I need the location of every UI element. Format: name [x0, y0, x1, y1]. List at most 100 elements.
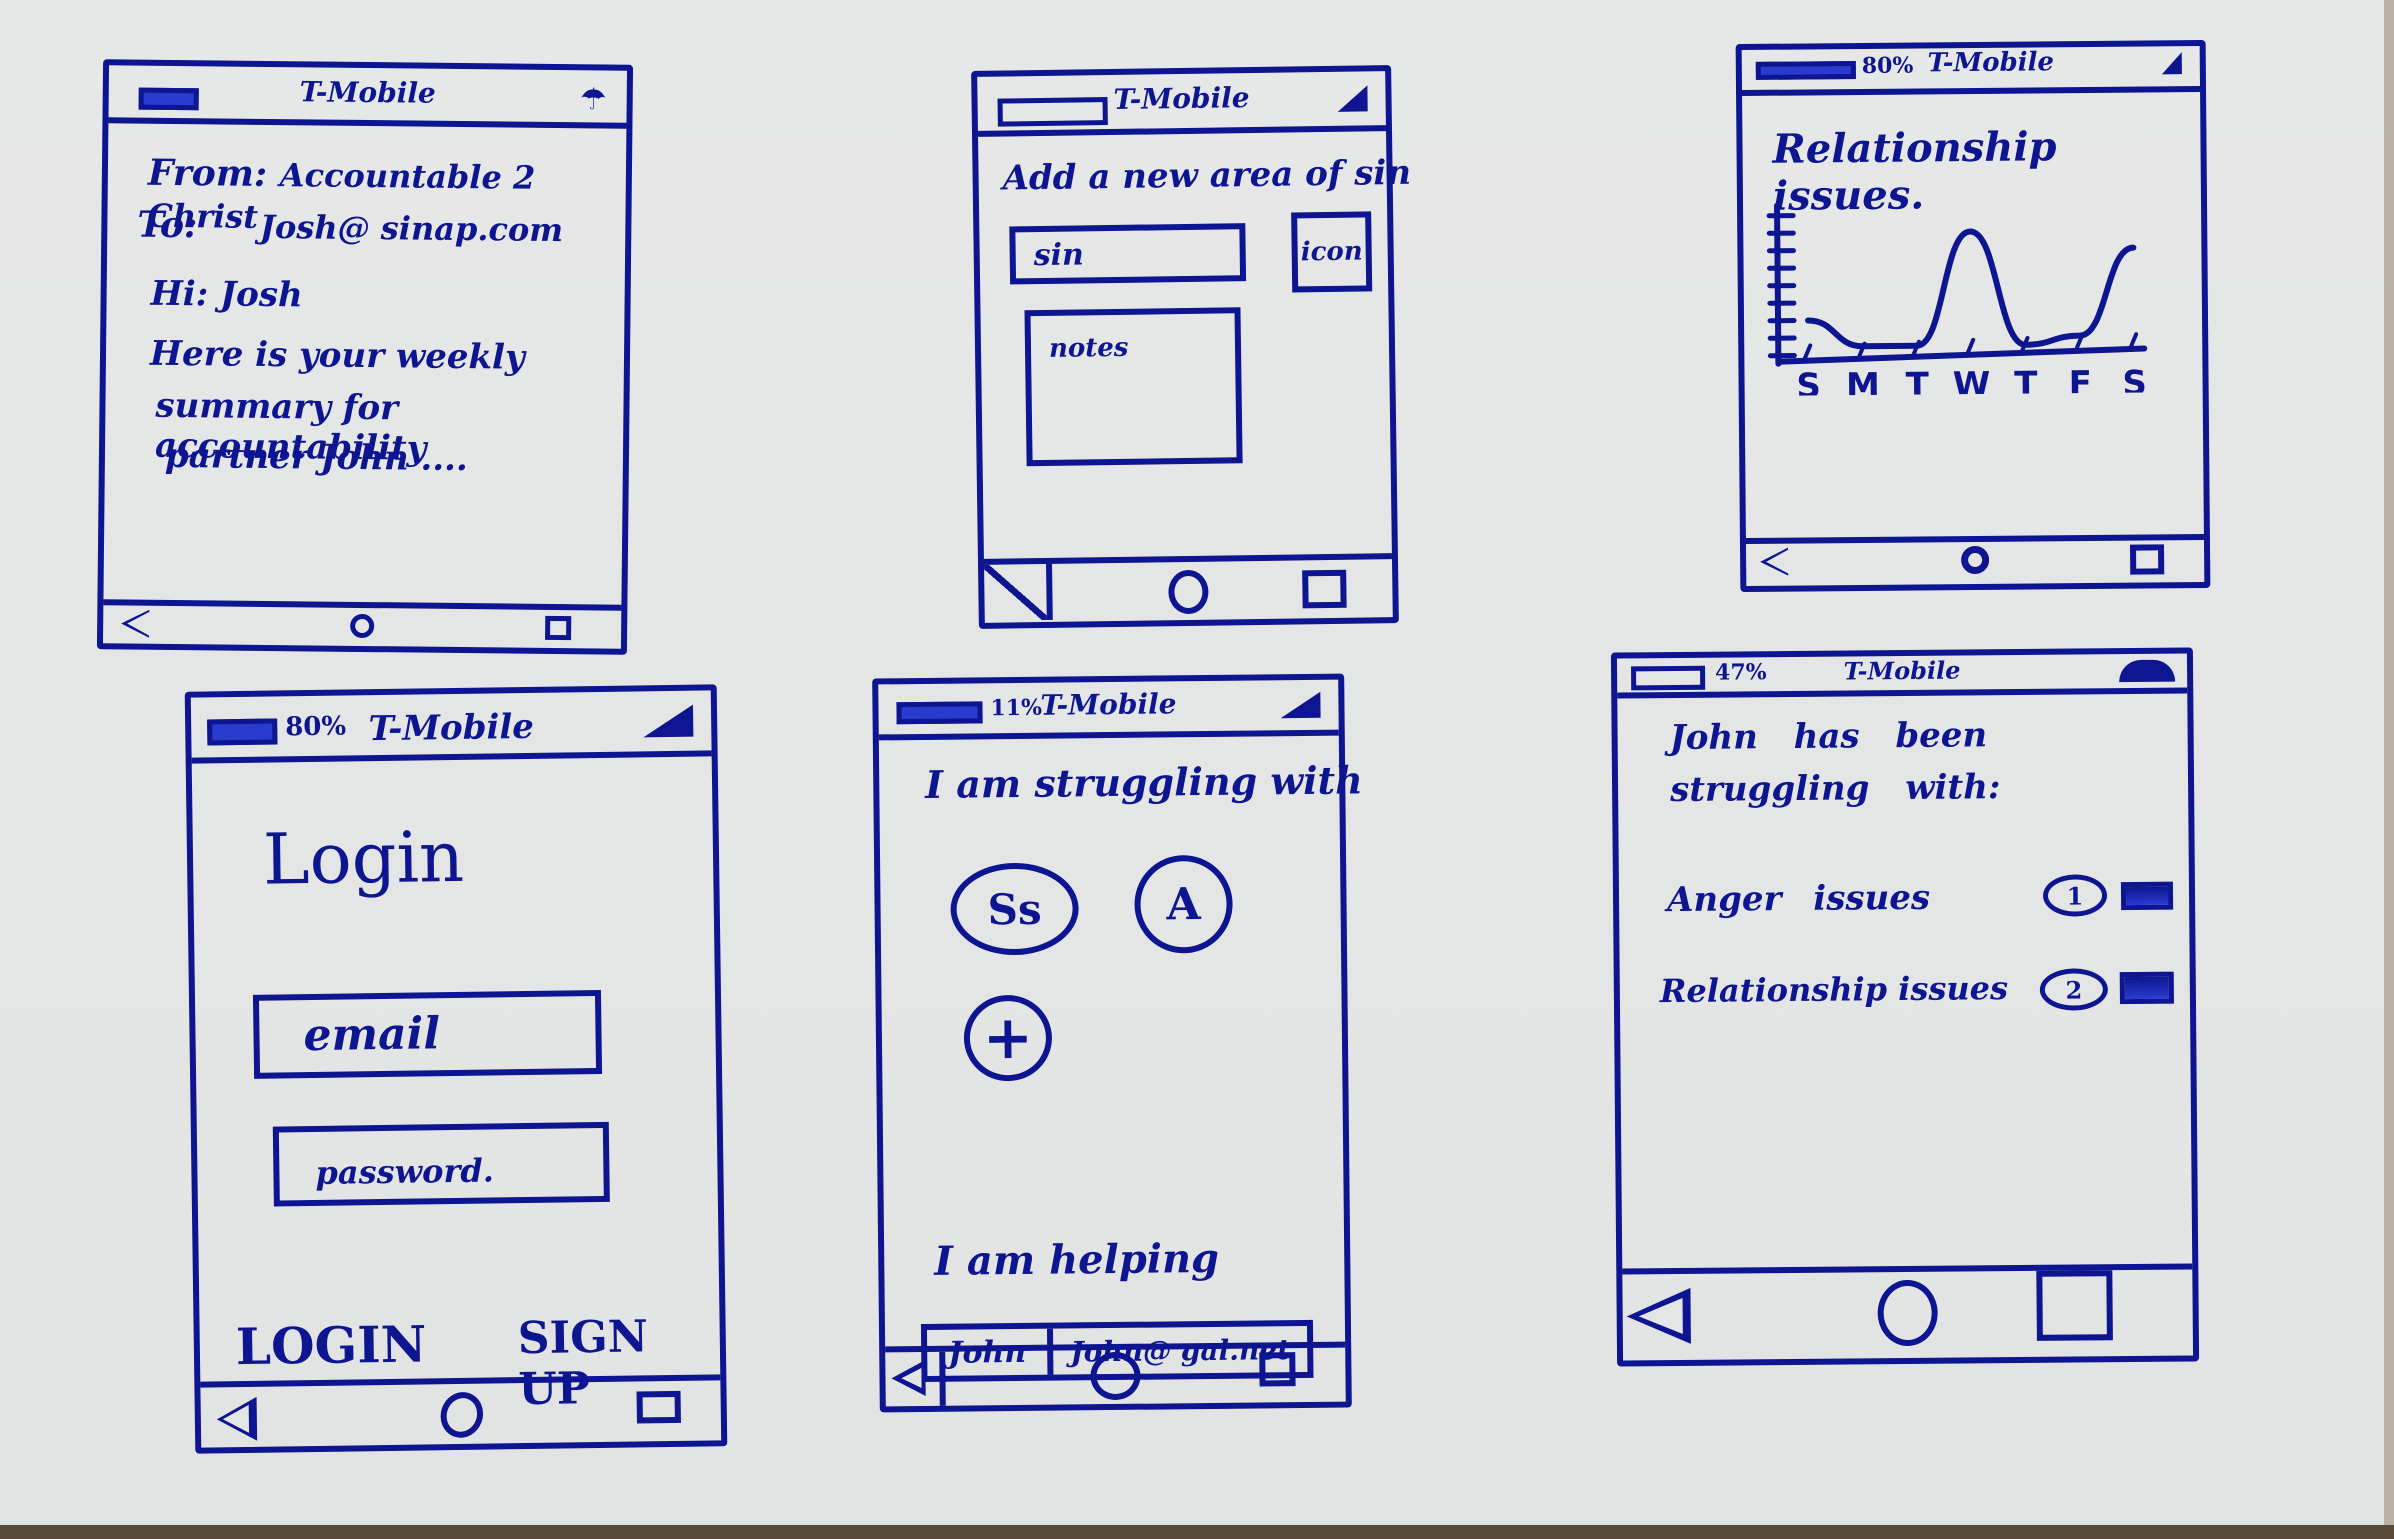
back-icon[interactable] — [984, 563, 1053, 621]
issue-label: Relationship issues — [1659, 969, 2009, 1011]
x-tick-label: F — [2068, 364, 2092, 396]
to-value[interactable]: Josh@ sinap.com — [260, 208, 564, 249]
struggling-content: I am struggling with Ss A + I am helping… — [879, 736, 1363, 1383]
home-icon[interactable] — [1168, 569, 1209, 615]
x-tick-label: T — [1905, 365, 1929, 396]
chart-content: Relationship issues. SMTWTFS — [1742, 92, 2204, 520]
area-anger-button[interactable]: A — [1134, 854, 1234, 954]
sin-name-value: sin — [1033, 237, 1085, 274]
nav-bar — [1745, 533, 2205, 586]
recents-icon[interactable] — [2130, 544, 2165, 575]
nav-bar — [983, 553, 1393, 623]
back-icon[interactable] — [216, 1396, 258, 1442]
email-placeholder: email — [303, 1008, 441, 1062]
signal-icon: ☂ — [579, 82, 607, 118]
home-icon[interactable] — [1090, 1351, 1141, 1401]
phone-email-summary: T-Mobile ☂ From: Accountable 2 Christ To… — [96, 59, 634, 655]
issue-count: 2 — [2065, 974, 2083, 1005]
add-area-title: Add a new area of sin — [1002, 152, 1412, 199]
x-tick-label: S — [1796, 366, 1821, 396]
recents-icon[interactable] — [1302, 569, 1347, 609]
issue-row[interactable]: Anger issues 1 — [1659, 870, 2174, 934]
struggling-heading: I am struggling with — [925, 757, 1363, 807]
helping-heading: I am helping — [934, 1234, 1220, 1285]
area-sexual-sin-label: Ss — [987, 884, 1042, 934]
recents-icon[interactable] — [545, 615, 572, 641]
login-title: Login — [262, 815, 465, 901]
phone-partner-summary: 47% T-Mobile John has been struggling wi… — [1610, 647, 2200, 1367]
signal-icon — [642, 704, 694, 738]
board-frame-right — [2384, 0, 2394, 1539]
area-sexual-sin-button[interactable]: Ss — [950, 862, 1080, 956]
issue-count-badge: 2 — [2039, 968, 2109, 1011]
home-icon[interactable] — [1877, 1279, 1938, 1347]
login-content: Login email password. LOGIN SIGN UP — [192, 756, 721, 1415]
recents-icon[interactable] — [2036, 1270, 2113, 1341]
board-frame-bottom — [0, 1525, 2394, 1539]
x-tick-label: T — [2014, 364, 2038, 396]
email-field[interactable]: email — [252, 989, 603, 1079]
back-icon[interactable] — [1760, 547, 1789, 576]
back-icon[interactable] — [1626, 1287, 1691, 1345]
phone-struggling: 11% T-Mobile I am struggling with Ss A +… — [872, 673, 1363, 1413]
x-tick — [1802, 343, 1813, 362]
password-field[interactable]: password. — [272, 1121, 610, 1207]
x-axis — [1775, 345, 2148, 365]
email-content: From: Accountable 2 Christ To: Josh@ sin… — [104, 123, 627, 582]
status-bar: 47% T-Mobile — [1616, 653, 2188, 699]
x-tick-label: M — [1846, 366, 1880, 396]
carrier-label: T-Mobile — [299, 75, 437, 110]
view-chart-button[interactable] — [2120, 881, 2174, 911]
notes-placeholder: notes — [1048, 332, 1129, 364]
icon-picker-label: icon — [1300, 236, 1363, 268]
nav-bar — [102, 599, 622, 649]
phone-add-area: T-Mobile Add a new area of sin sin icon … — [971, 65, 1411, 629]
phone-chart: 80% T-Mobile Relationship issues. SMTWTF… — [1735, 39, 2211, 593]
issue-row[interactable]: Relationship issues 2 — [1659, 962, 2174, 1026]
recents-icon[interactable] — [636, 1390, 681, 1424]
login-button[interactable]: LOGIN — [235, 1314, 426, 1376]
password-placeholder: password. — [315, 1151, 495, 1192]
to-label: To: — [137, 203, 198, 247]
from-label: From: — [147, 151, 268, 195]
carrier-label: T-Mobile — [1927, 47, 2055, 79]
signal-icon — [1280, 691, 1321, 719]
plus-icon: + — [982, 1002, 1034, 1074]
carrier-label: T-Mobile — [1040, 687, 1177, 722]
phone-login: 80% T-Mobile Login email password. LOGIN… — [184, 684, 728, 1454]
nav-bar — [200, 1374, 722, 1448]
sin-name-input[interactable]: sin — [1009, 223, 1247, 285]
back-icon[interactable] — [121, 609, 150, 638]
body-line-3: partner John .... — [164, 435, 469, 480]
back-icon[interactable] — [885, 1351, 946, 1407]
status-bar: 80% T-Mobile — [190, 690, 712, 764]
nav-bar — [1622, 1263, 2194, 1361]
home-icon[interactable] — [1961, 545, 1990, 575]
carrier-label: T-Mobile — [1843, 655, 1961, 686]
carrier-label: T-Mobile — [1113, 81, 1250, 116]
partner-summary-content: John has been struggling with: Anger iss… — [1617, 694, 2192, 1295]
status-bar: T-Mobile ☂ — [108, 65, 628, 129]
view-chart-button[interactable] — [2119, 971, 2174, 1005]
partner-heading: John has been struggling with: — [1669, 715, 2001, 811]
status-bar: 80% T-Mobile — [1741, 46, 2201, 97]
signal-icon — [2161, 52, 2182, 75]
issue-label: Anger issues — [1666, 877, 1931, 921]
add-area-content: Add a new area of sin sin icon notes — [978, 129, 1411, 557]
x-tick-label: W — [1953, 365, 1991, 396]
series-line — [1805, 228, 2137, 350]
issue-count: 1 — [2066, 880, 2084, 911]
body-line-1: Here is your weekly — [149, 333, 525, 378]
icon-picker-button[interactable]: icon — [1291, 211, 1373, 293]
recents-icon[interactable] — [1259, 1352, 1296, 1387]
notes-textarea[interactable]: notes — [1024, 307, 1243, 467]
status-bar: 11% T-Mobile — [878, 679, 1339, 741]
issue-count-badge: 1 — [2042, 874, 2108, 917]
signal-icon — [1337, 85, 1368, 112]
x-tick-label: S — [2122, 363, 2147, 396]
greeting: Hi: Josh — [150, 273, 303, 316]
add-area-button[interactable]: + — [963, 994, 1053, 1082]
home-icon[interactable] — [350, 613, 375, 639]
area-anger-label: A — [1166, 878, 1201, 930]
home-icon[interactable] — [434, 1386, 490, 1444]
